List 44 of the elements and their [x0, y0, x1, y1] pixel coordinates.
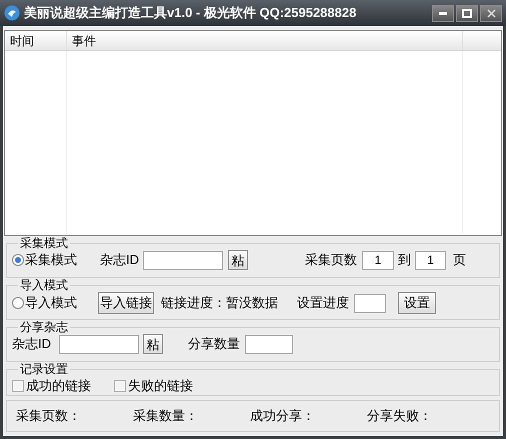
radio-label: 导入模式: [25, 294, 77, 312]
input-field[interactable]: [143, 250, 223, 270]
checkbox[interactable]: [12, 380, 24, 392]
radio-button[interactable]: [12, 254, 24, 266]
radio-button[interactable]: [12, 297, 24, 309]
window-title: 美丽说超级主编打造工具v1.0 - 极光软件 QQ:2595288828: [24, 4, 356, 22]
field-label: 到: [398, 251, 411, 270]
app-icon: [4, 5, 20, 21]
input-field[interactable]: [59, 334, 139, 354]
maximize-icon: [462, 8, 472, 18]
checkbox[interactable]: [114, 380, 126, 392]
group-title: 导入模式: [19, 278, 69, 292]
checkbox-label: 成功的链接: [26, 377, 91, 395]
field-label: 页: [453, 251, 466, 270]
import-links-button[interactable]: 导入链接: [98, 292, 154, 314]
group-title: 采集模式: [19, 236, 69, 250]
radio-label: 采集模式: [25, 251, 77, 270]
column-header[interactable]: 时间: [5, 31, 67, 50]
field-label: 分享数量: [188, 335, 240, 354]
minimize-button[interactable]: [432, 4, 454, 22]
field-label: 杂志ID: [100, 251, 139, 270]
minimize-icon: [439, 12, 447, 14]
close-icon: [486, 8, 496, 18]
input-field[interactable]: [354, 294, 386, 312]
column-header[interactable]: 事件: [67, 31, 463, 50]
status-text: 采集页数：: [16, 407, 82, 426]
input-field[interactable]: 1: [415, 250, 446, 270]
group-title: 分享杂志: [19, 320, 69, 334]
status-text: 采集数量：: [133, 407, 199, 426]
set-button[interactable]: 设置: [398, 292, 436, 314]
paste-button[interactable]: 粘: [228, 250, 248, 270]
close-button[interactable]: [480, 4, 502, 22]
status-text: 成功分享：: [250, 407, 316, 426]
progress-text: 链接进度：暂没数据: [161, 294, 279, 312]
field-label: 杂志ID: [12, 335, 51, 354]
paste-button[interactable]: 粘: [143, 334, 163, 354]
field-label: 采集页数: [305, 251, 357, 270]
group-title: 记录设置: [19, 362, 69, 376]
maximize-button[interactable]: [456, 4, 478, 22]
status-text: 分享失败：: [367, 407, 433, 426]
input-field[interactable]: 1: [362, 250, 394, 270]
checkbox-label: 失败的链接: [128, 377, 193, 395]
input-field[interactable]: [245, 334, 293, 354]
field-label: 设置进度: [297, 294, 349, 312]
